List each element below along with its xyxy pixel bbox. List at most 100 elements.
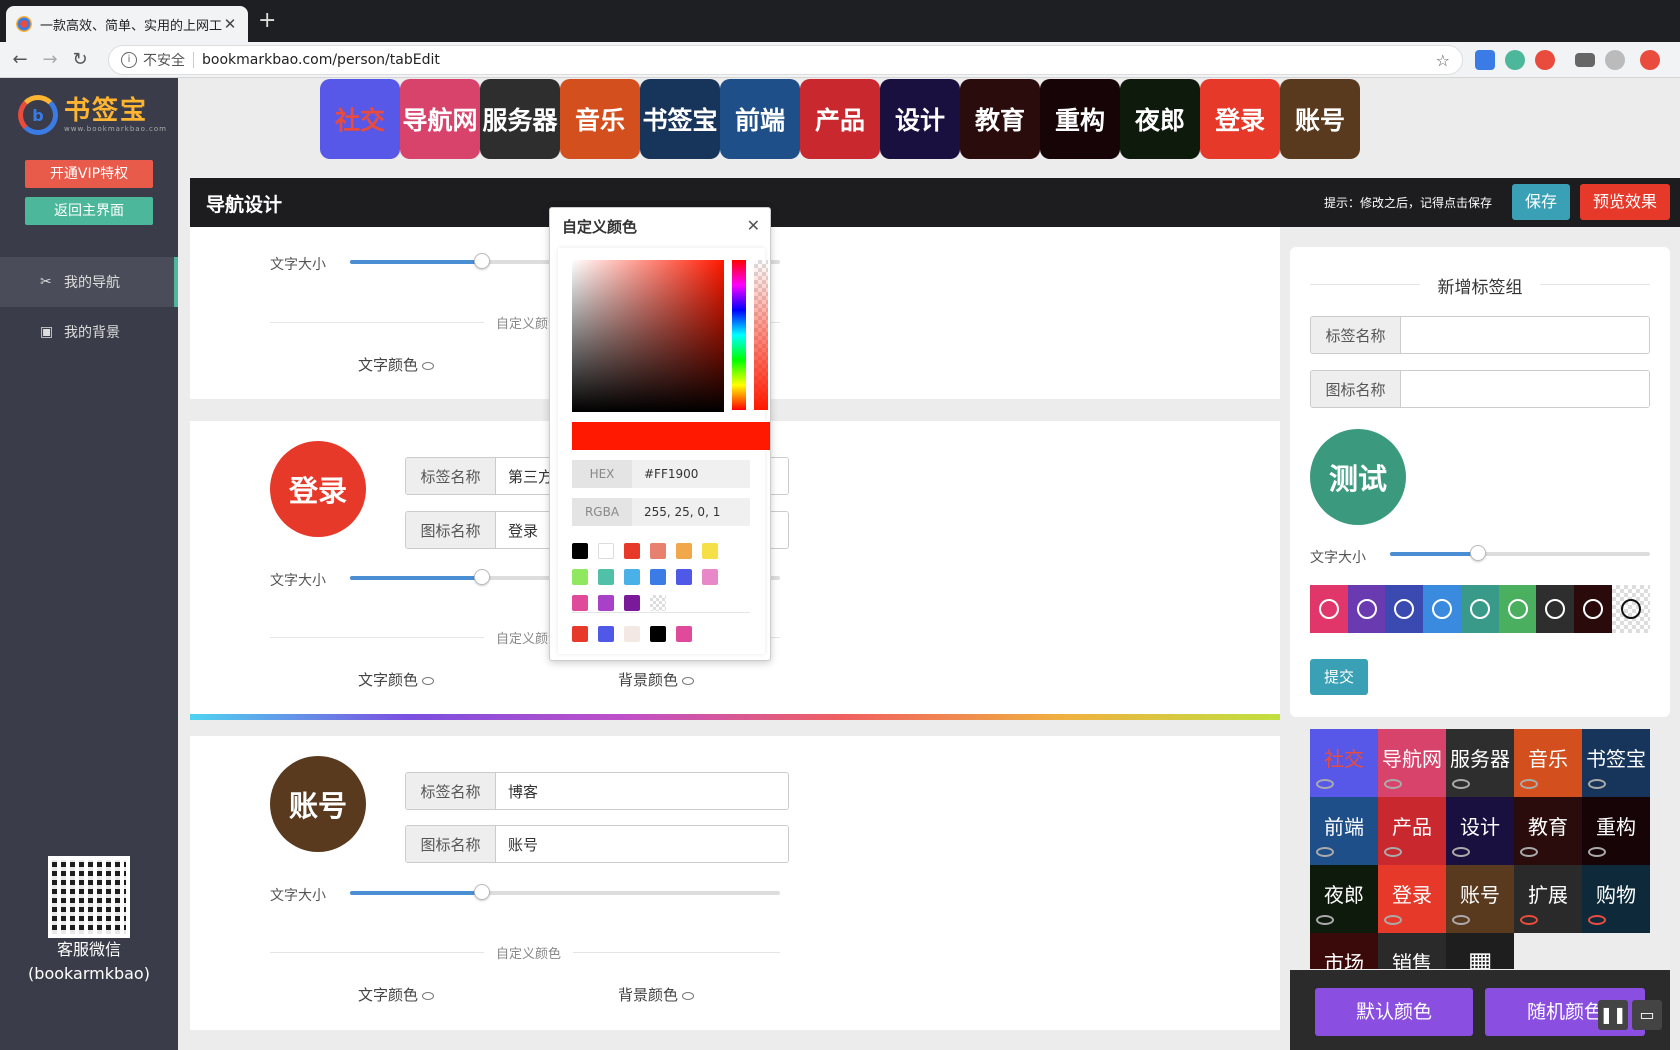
color-swatch[interactable] [624, 543, 640, 559]
grid-tag-item[interactable]: 夜郎 [1310, 865, 1378, 933]
eye-icon[interactable] [1520, 779, 1538, 789]
eye-icon[interactable] [1384, 847, 1402, 857]
logo[interactable]: b 书签宝 www.bookmarkbao.com [18, 92, 168, 138]
grid-tag-item[interactable]: 销售 [1378, 933, 1446, 969]
icon-color-swatch[interactable] [1385, 585, 1424, 633]
grid-tag-item[interactable]: 扩展 [1514, 865, 1582, 933]
media-icon[interactable] [1575, 53, 1595, 67]
tag-name-field[interactable]: 标签名称 博客 [405, 772, 789, 810]
top-icon-item[interactable]: 设计 [880, 79, 960, 159]
top-icon-item[interactable]: 重构 [1040, 79, 1120, 159]
icon-color-swatch[interactable] [1460, 585, 1499, 633]
eye-icon[interactable] [1588, 779, 1606, 789]
eye-icon[interactable] [1316, 915, 1334, 925]
save-button[interactable]: 保存 [1512, 184, 1570, 220]
grid-tag-item[interactable]: 产品 [1378, 797, 1446, 865]
color-swatch[interactable] [572, 595, 588, 611]
eye-icon[interactable] [1452, 779, 1470, 789]
color-swatch[interactable] [650, 569, 666, 585]
extension-icon[interactable] [1505, 50, 1525, 70]
text-color-toggle[interactable]: 文字颜色 [358, 669, 435, 690]
grid-tag-item[interactable]: 导航网 [1378, 729, 1446, 797]
top-icon-item[interactable]: 教育 [960, 79, 1040, 159]
bookmarkbao-ext-icon[interactable] [1535, 50, 1555, 70]
top-icon-item[interactable]: 登录 [1200, 79, 1280, 159]
icon-color-swatch[interactable] [1347, 585, 1386, 633]
close-icon[interactable]: ✕ [747, 216, 760, 235]
browser-tab[interactable]: 一款高效、简单、实用的上网工 ✕ [6, 6, 248, 42]
grid-tag-item[interactable]: 音乐 [1514, 729, 1582, 797]
recent-color-swatch[interactable] [676, 626, 692, 642]
color-swatch[interactable] [572, 569, 588, 585]
font-size-slider[interactable] [1390, 545, 1650, 561]
color-swatch[interactable] [702, 543, 718, 559]
color-swatch[interactable] [624, 569, 640, 585]
grid-tag-item[interactable]: 社交 [1310, 729, 1378, 797]
text-color-toggle[interactable]: 文字颜色 [358, 354, 435, 375]
color-swatch[interactable] [598, 543, 614, 559]
top-icon-item[interactable]: 前端 [720, 79, 800, 159]
default-color-button[interactable]: 默认颜色 [1315, 988, 1473, 1036]
top-icon-item[interactable]: 产品 [800, 79, 880, 159]
recent-color-swatch[interactable] [624, 626, 640, 642]
color-swatch[interactable] [624, 595, 640, 611]
rgba-input[interactable]: 255, 25, 0, 1 [632, 498, 750, 526]
grid-tag-item[interactable]: 重构 [1582, 797, 1650, 865]
eye-icon[interactable] [1384, 915, 1402, 925]
new-tag-name-field[interactable]: 标签名称 [1310, 316, 1650, 354]
sidebar-item-my-nav[interactable]: ✂ 我的导航 [0, 257, 178, 307]
color-swatch[interactable] [572, 543, 588, 559]
grid-tag-item[interactable]: 书签宝 [1582, 729, 1650, 797]
close-tab-icon[interactable]: ✕ [222, 15, 238, 33]
grid-tag-item[interactable]: ▦ [1446, 933, 1514, 969]
hue-slider[interactable] [732, 260, 746, 410]
color-swatch[interactable] [676, 543, 692, 559]
recent-color-swatch[interactable] [598, 626, 614, 642]
vip-button[interactable]: 开通VIP特权 [25, 160, 153, 188]
forward-arrow-icon[interactable]: → [38, 48, 62, 72]
icon-color-swatch[interactable] [1573, 585, 1612, 633]
recent-color-swatch[interactable] [650, 626, 666, 642]
bg-color-toggle[interactable]: 背景颜色 [618, 984, 695, 1005]
icon-name-input[interactable]: 账号 [496, 826, 788, 862]
icon-color-swatch[interactable] [1498, 585, 1537, 633]
eye-icon[interactable] [1316, 779, 1334, 789]
eye-off-icon[interactable] [1520, 915, 1538, 925]
download-ext-icon[interactable] [1475, 50, 1495, 70]
grid-tag-item[interactable]: 服务器 [1446, 729, 1514, 797]
color-swatch[interactable] [676, 569, 692, 585]
grid-tag-item[interactable]: 市场 [1310, 933, 1378, 969]
icon-name-input[interactable] [1401, 371, 1649, 407]
avatar[interactable] [1605, 50, 1625, 70]
update-icon[interactable] [1640, 50, 1660, 70]
hex-input[interactable]: #FF1900 [632, 460, 750, 488]
sidebar-item-my-bg[interactable]: ▣ 我的背景 [0, 307, 178, 357]
new-tab-icon[interactable]: + [258, 8, 276, 34]
icon-color-swatch[interactable] [1310, 585, 1348, 633]
top-icon-item[interactable]: 社交 [320, 79, 400, 159]
hex-field[interactable]: HEX #FF1900 [572, 460, 750, 488]
eye-icon[interactable] [1452, 915, 1470, 925]
star-icon[interactable]: ☆ [1436, 51, 1450, 70]
url-field[interactable]: i 不安全 bookmarkbao.com/person/tabEdit ☆ [108, 45, 1463, 75]
color-swatch[interactable] [650, 543, 666, 559]
eye-icon[interactable] [1384, 779, 1402, 789]
grid-tag-item[interactable]: 前端 [1310, 797, 1378, 865]
eye-icon[interactable] [1520, 847, 1538, 857]
eye-icon[interactable] [1588, 847, 1606, 857]
icon-color-swatch[interactable] [1536, 585, 1575, 633]
preview-button[interactable]: 预览效果 [1580, 184, 1670, 220]
icon-color-swatch[interactable] [1611, 585, 1650, 633]
recent-color-swatch[interactable] [572, 626, 588, 642]
rgba-field[interactable]: RGBA 255, 25, 0, 1 [572, 498, 750, 526]
grid-tag-item[interactable]: 教育 [1514, 797, 1582, 865]
eye-icon[interactable] [1452, 847, 1470, 857]
info-icon[interactable]: i [121, 52, 137, 68]
grid-tag-item[interactable]: 设计 [1446, 797, 1514, 865]
top-icon-item[interactable]: 账号 [1280, 79, 1360, 159]
icon-name-field[interactable]: 图标名称 账号 [405, 825, 789, 863]
grid-tag-item[interactable]: 登录 [1378, 865, 1446, 933]
tag-name-input[interactable]: 博客 [496, 773, 788, 809]
eye-off-icon[interactable] [1588, 915, 1606, 925]
text-color-toggle[interactable]: 文字颜色 [358, 984, 435, 1005]
